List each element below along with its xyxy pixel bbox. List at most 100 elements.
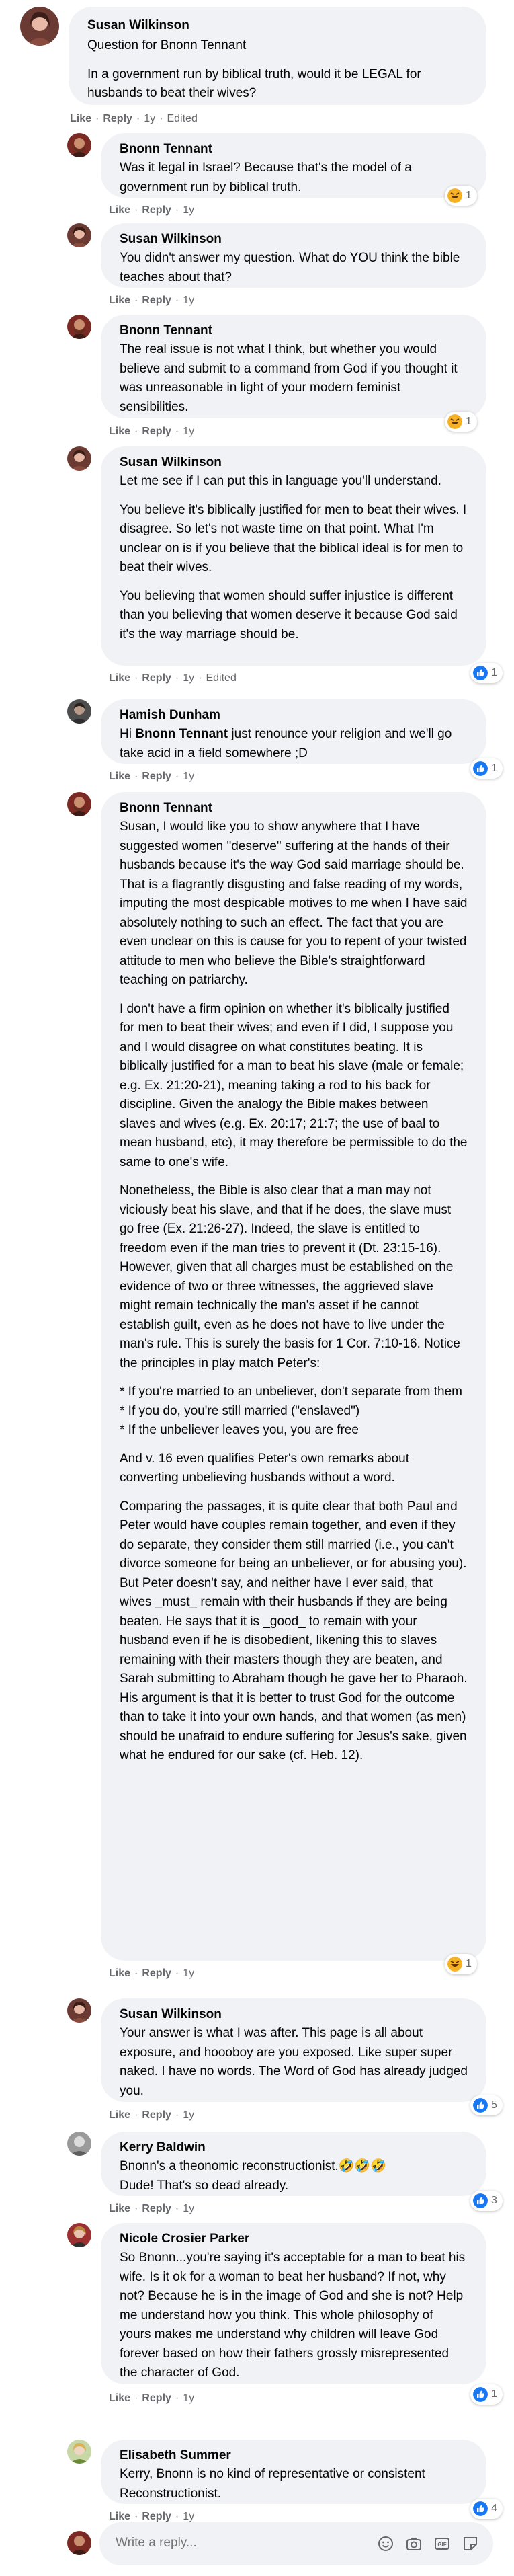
timestamp[interactable]: 1y <box>183 2392 194 2404</box>
comment-text: And v. 16 even qualifies Peter's own rem… <box>120 1451 410 1485</box>
timestamp[interactable]: 1y <box>183 1967 194 1979</box>
reply-button[interactable]: Reply <box>142 2392 171 2404</box>
comment-bubble: Susan Wilkinson Your answer is what I wa… <box>101 1998 486 2102</box>
like-button[interactable]: Like <box>70 113 91 124</box>
edited-label: Edited <box>167 113 198 124</box>
comment-author[interactable]: Susan Wilkinson <box>120 453 468 472</box>
comment-actions: Like · Reply · 1y <box>109 204 195 216</box>
comment-text: Bnonn's a theonomic reconstructionist.🤣🤣… <box>120 2159 386 2193</box>
comment-author[interactable]: Bnonn Tennant <box>120 140 468 159</box>
avatar-susan[interactable] <box>67 1998 91 2023</box>
avatar-bnonn[interactable] <box>67 315 91 339</box>
reaction-count[interactable]: 1 <box>470 2384 503 2405</box>
comment-bubble: Bnonn Tennant Was it legal in Israel? Be… <box>101 133 486 198</box>
reply-button[interactable]: Reply <box>142 295 171 306</box>
user-mention[interactable]: Bnonn Tennant <box>135 727 228 741</box>
comment-text: The real issue is not what I think, but … <box>120 342 458 414</box>
reply-button[interactable]: Reply <box>142 204 171 216</box>
reply-button[interactable]: Reply <box>142 1967 171 1979</box>
avatar-elisabeth[interactable] <box>67 2440 91 2464</box>
like-button[interactable]: Like <box>109 204 130 216</box>
svg-text:GIF: GIF <box>437 2542 446 2548</box>
comment-bubble: Hamish Dunham Hi Bnonn Tennant just reno… <box>101 699 486 764</box>
like-button[interactable]: Like <box>109 2203 130 2214</box>
avatar-image <box>67 446 91 471</box>
like-button[interactable]: Like <box>109 771 130 782</box>
reaction-count[interactable]: 1 <box>445 186 477 206</box>
avatar-susan[interactable] <box>67 223 91 247</box>
comment-author[interactable]: Elisabeth Summer <box>120 2446 468 2465</box>
like-button[interactable]: Like <box>109 672 130 684</box>
timestamp[interactable]: 1y <box>183 2109 194 2121</box>
avatar-nicole[interactable] <box>67 2223 91 2247</box>
avatar-hamish[interactable] <box>67 699 91 724</box>
reaction-count[interactable]: 1 <box>445 1954 477 1974</box>
like-icon <box>473 666 488 680</box>
comment-text: Susan, I would like you to show anywhere… <box>120 820 468 987</box>
avatar-image <box>67 699 91 724</box>
comment-actions: Like · Reply · 1y · Edited <box>70 113 198 124</box>
text-prefix: Hi <box>120 727 136 741</box>
reply-button[interactable]: Reply <box>142 771 171 782</box>
like-icon <box>473 761 488 776</box>
reply-button[interactable]: Reply <box>142 2511 171 2522</box>
avatar-bnonn[interactable] <box>67 133 91 157</box>
comment-actions: Like · Reply · 1y · Edited <box>109 672 237 684</box>
reaction-number: 1 <box>466 190 472 201</box>
gif-icon[interactable]: GIF <box>433 2534 452 2553</box>
comment-actions: Like · Reply · 1y <box>109 771 195 782</box>
comment-author[interactable]: Bnonn Tennant <box>120 799 468 818</box>
avatar-bnonn[interactable] <box>67 792 91 816</box>
reaction-count[interactable]: 1 <box>470 663 503 683</box>
comment-text: Nonetheless, the Bible is also clear tha… <box>120 1183 460 1370</box>
reply-button[interactable]: Reply <box>103 113 132 124</box>
avatar-susan[interactable] <box>20 7 59 46</box>
timestamp[interactable]: 1y <box>183 204 194 216</box>
avatar-kerry[interactable] <box>67 2132 91 2156</box>
comment-author[interactable]: Susan Wilkinson <box>120 2005 468 2024</box>
comment-author[interactable]: Kerry Baldwin <box>120 2138 468 2157</box>
like-button[interactable]: Like <box>109 2511 130 2522</box>
comment-author[interactable]: Nicole Crosier Parker <box>120 2230 468 2249</box>
comment-text: So Bnonn...you're saying it's acceptable… <box>120 2251 466 2380</box>
reaction-count[interactable]: 1 <box>470 758 503 779</box>
comment-text: Let me see if I can put this in language… <box>120 474 441 488</box>
like-button[interactable]: Like <box>109 426 130 437</box>
reply-input[interactable] <box>116 2536 317 2550</box>
like-button[interactable]: Like <box>109 2392 130 2404</box>
avatar-susan[interactable] <box>67 446 91 471</box>
reaction-count[interactable]: 5 <box>470 2095 503 2115</box>
avatar-image <box>20 7 59 46</box>
like-button[interactable]: Like <box>109 295 130 306</box>
sticker-icon[interactable] <box>461 2534 480 2553</box>
comment-author[interactable]: Hamish Dunham <box>120 706 468 725</box>
reply-button[interactable]: Reply <box>142 2203 171 2214</box>
like-button[interactable]: Like <box>109 1967 130 1979</box>
reaction-count[interactable]: 1 <box>445 412 477 432</box>
comment-author[interactable]: Susan Wilkinson <box>120 230 468 249</box>
comment-text: Question for Bnonn Tennant <box>87 38 247 52</box>
timestamp[interactable]: 1y <box>183 2511 194 2522</box>
timestamp[interactable]: 1y <box>183 672 194 684</box>
haha-icon <box>447 1957 462 1972</box>
timestamp[interactable]: 1y <box>183 295 194 306</box>
reply-button[interactable]: Reply <box>142 426 171 437</box>
comment-author[interactable]: Bnonn Tennant <box>120 321 468 340</box>
reply-composer: GIF <box>99 2522 493 2565</box>
reaction-count[interactable]: 4 <box>470 2499 503 2519</box>
emoji-icon[interactable] <box>376 2534 395 2553</box>
timestamp[interactable]: 1y <box>183 426 194 437</box>
comment-author[interactable]: Susan Wilkinson <box>87 16 468 35</box>
reply-button[interactable]: Reply <box>142 2109 171 2121</box>
timestamp[interactable]: 1y <box>183 2203 194 2214</box>
timestamp[interactable]: 1y <box>183 771 194 782</box>
avatar-image <box>67 792 91 816</box>
reaction-number: 1 <box>491 763 497 774</box>
reaction-count[interactable]: 3 <box>470 2191 503 2211</box>
reply-button[interactable]: Reply <box>142 672 171 684</box>
camera-icon[interactable] <box>404 2534 423 2553</box>
timestamp[interactable]: 1y <box>144 113 155 124</box>
comment-text: You didn't answer my question. What do Y… <box>120 251 460 284</box>
avatar-image <box>67 2223 91 2247</box>
like-button[interactable]: Like <box>109 2109 130 2121</box>
